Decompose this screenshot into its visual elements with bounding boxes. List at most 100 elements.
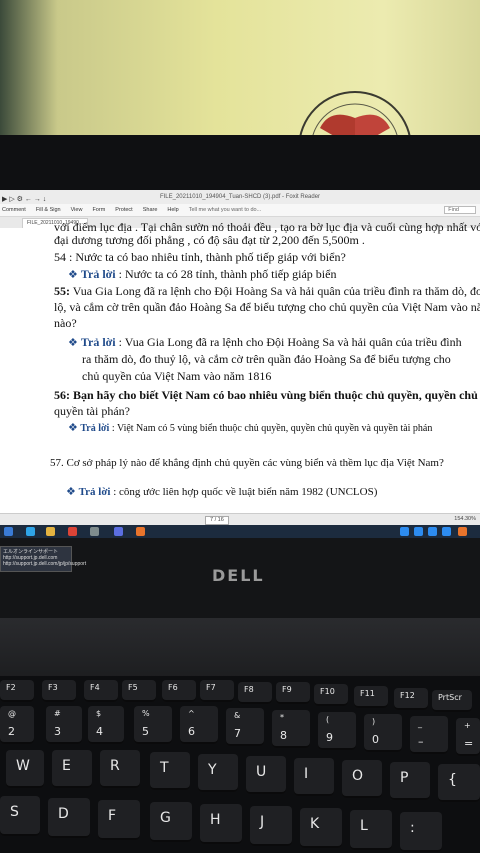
tell-me-input[interactable]: Tell me what you want to do... [189, 207, 261, 213]
menu-help[interactable]: Help [167, 207, 178, 213]
key-o[interactable]: O [342, 760, 382, 798]
key-label: F7 [206, 683, 216, 692]
key-label: PrtScr [438, 693, 462, 702]
page-indicator[interactable]: 7 / 16 [205, 516, 229, 525]
tray-icon[interactable] [458, 527, 467, 536]
doc-line: đại dương tương đối phẳng , có độ sâu đạ… [54, 233, 365, 247]
key-label: 4 [96, 725, 103, 738]
chrome-icon[interactable] [68, 527, 77, 536]
key-label: + [464, 721, 471, 730]
key-f10[interactable]: F10 [314, 684, 348, 706]
app-icon[interactable] [90, 527, 99, 536]
key-2[interactable]: @2 [0, 706, 34, 744]
key-0[interactable]: ) 0 [364, 714, 402, 752]
key-f5[interactable]: F5 [122, 680, 156, 702]
key-7[interactable]: & 7 [226, 708, 264, 746]
bullet-icon: ❖ [68, 269, 78, 281]
key-j[interactable]: J [250, 806, 292, 846]
key-minus[interactable]: _ – [410, 716, 448, 754]
key-f12[interactable]: F12 [394, 688, 428, 710]
key-f11[interactable]: F11 [354, 686, 388, 708]
key-f2[interactable]: F2 [0, 680, 34, 702]
key-6[interactable]: ^ 6 [180, 706, 218, 744]
key-semicolon[interactable]: : [400, 812, 442, 852]
menu-protect[interactable]: Protect [115, 207, 132, 213]
key-4[interactable]: $4 [88, 706, 124, 744]
question-56: 56: Bạn hãy cho biết Việt Nam có bao nhi… [54, 388, 480, 402]
laptop-screen: ▶ ▷ ⚙ ← → ↓ FILE_20211010_194904_Tuan-SH… [0, 190, 480, 538]
key-label: ( [326, 715, 330, 724]
key-i[interactable]: I [294, 758, 334, 796]
key-label: U [256, 764, 267, 780]
question-number: 55: [54, 284, 70, 298]
answer-text: : Vua Gia Long đã ra lệnh cho Đội Hoàng … [118, 335, 462, 349]
find-input[interactable]: Find [444, 206, 476, 214]
key-label: * [280, 713, 284, 722]
key-d[interactable]: D [48, 798, 90, 838]
taskbar [0, 525, 480, 538]
key-9[interactable]: (9 [318, 712, 356, 750]
key-label: 3 [54, 725, 61, 738]
key-label: $ [96, 709, 102, 718]
tray-icon[interactable] [414, 527, 423, 536]
key-label: ^ [188, 709, 195, 718]
key-label: W [16, 758, 30, 774]
quick-access-toolbar[interactable]: ▶ ▷ ⚙ ← → ↓ [2, 193, 46, 207]
ribbon-menu: Comment Fill & Sign View Form Protect Sh… [0, 204, 480, 217]
key-label: F5 [128, 683, 138, 692]
key-label: % [142, 709, 150, 718]
question-57: 57. Cơ sở pháp lý nào để khẳng định chủ … [50, 457, 444, 469]
key-label: O [352, 768, 364, 784]
chat-icon[interactable] [114, 527, 123, 536]
key-h[interactable]: H [200, 804, 242, 844]
key-label: H [210, 812, 221, 828]
key-f6[interactable]: F6 [162, 680, 196, 702]
key-f[interactable]: F [98, 800, 140, 840]
key-u[interactable]: U [246, 756, 286, 794]
key-label: F11 [360, 689, 375, 698]
menu-form[interactable]: Form [92, 207, 105, 213]
menu-comment[interactable]: Comment [2, 207, 26, 213]
key-label: @ [8, 709, 16, 718]
foxit-icon[interactable] [136, 527, 145, 536]
key-label: # [54, 709, 61, 718]
tray-icon[interactable] [428, 527, 437, 536]
key-prtscr[interactable]: PrtScr [432, 690, 472, 712]
key-label: D [58, 806, 69, 822]
key-y[interactable]: Y [198, 754, 238, 792]
menu-fill-sign[interactable]: Fill & Sign [36, 207, 61, 213]
key-k[interactable]: K [300, 808, 342, 848]
answer-label: Trả lời [80, 267, 116, 281]
key-equals[interactable]: + = [456, 718, 480, 756]
key-t[interactable]: T [150, 752, 190, 790]
support-sticker: エルオンラインサポート http://support.jp.dell.com h… [0, 546, 86, 572]
tray-icon[interactable] [400, 527, 409, 536]
zoom-level[interactable]: 154.30% [454, 516, 476, 522]
menu-view[interactable]: View [71, 207, 83, 213]
key-f7[interactable]: F7 [200, 680, 234, 702]
key-g[interactable]: G [150, 802, 192, 842]
key-s[interactable]: S [0, 796, 40, 836]
key-label: 8 [280, 729, 287, 742]
folder-icon[interactable] [46, 527, 55, 536]
key-f8[interactable]: F8 [238, 682, 272, 704]
tray-icon[interactable] [442, 527, 451, 536]
key-f3[interactable]: F3 [42, 680, 76, 702]
doc-line: nào? [54, 316, 77, 330]
key-3[interactable]: #3 [46, 706, 82, 744]
key-5[interactable]: % 5 [134, 706, 172, 744]
key-p[interactable]: P [390, 762, 430, 800]
key-f4[interactable]: F4 [84, 680, 118, 702]
key-e[interactable]: E [52, 750, 92, 788]
key-8[interactable]: * 8 [272, 710, 310, 748]
key-l[interactable]: L [350, 810, 392, 850]
start-icon[interactable] [4, 527, 13, 536]
bullet-icon: ❖ [66, 486, 76, 498]
edge-icon[interactable] [26, 527, 35, 536]
menu-share[interactable]: Share [143, 207, 158, 213]
key-f9[interactable]: F9 [276, 682, 310, 704]
key-r[interactable]: R [100, 750, 140, 788]
key-w[interactable]: W [6, 750, 44, 788]
key-bracket[interactable]: { [438, 764, 480, 802]
key-label: R [110, 758, 120, 774]
